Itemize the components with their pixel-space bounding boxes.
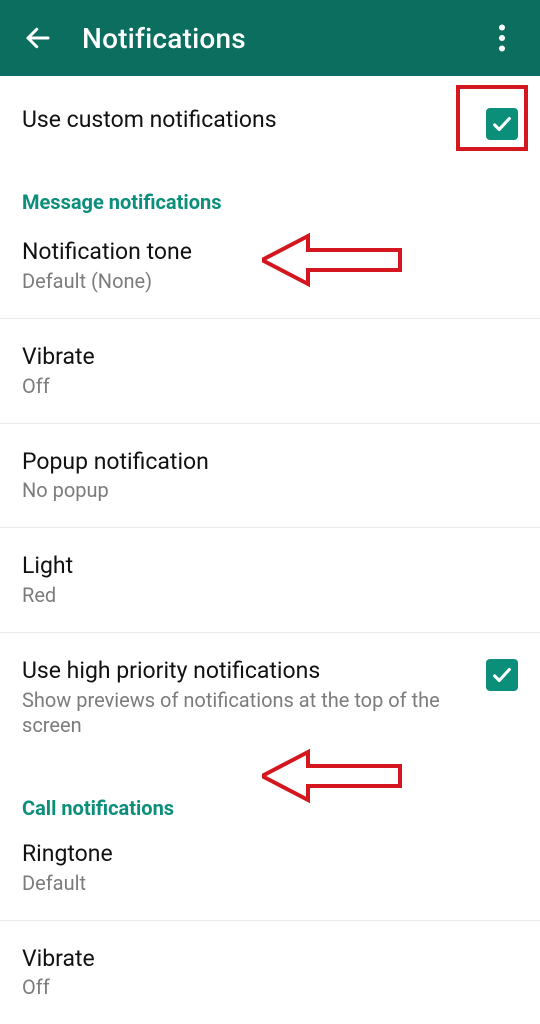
use-custom-notifications-label: Use custom notifications — [22, 106, 470, 135]
app-bar: Notifications — [0, 0, 540, 76]
back-arrow-icon — [23, 23, 53, 53]
page-title: Notifications — [62, 22, 478, 55]
message-notifications-header: Message notifications — [0, 164, 540, 224]
light-label: Light — [22, 552, 518, 581]
ringtone-value: Default — [22, 871, 518, 896]
checkmark-icon — [491, 113, 513, 135]
checkmark-icon — [491, 664, 513, 686]
ringtone-row[interactable]: Ringtone Default — [0, 830, 540, 920]
call-vibrate-label: Vibrate — [22, 945, 518, 974]
high-priority-row[interactable]: Use high priority notifications Show pre… — [0, 633, 540, 762]
use-custom-notifications-checkbox[interactable] — [486, 108, 518, 140]
vibrate-row[interactable]: Vibrate Off — [0, 319, 540, 423]
high-priority-checkbox[interactable] — [486, 659, 518, 691]
notification-tone-value: Default (None) — [22, 269, 518, 294]
notification-tone-row[interactable]: Notification tone Default (None) — [0, 224, 540, 318]
use-custom-notifications-row[interactable]: Use custom notifications — [0, 76, 540, 164]
light-row[interactable]: Light Red — [0, 528, 540, 632]
high-priority-desc: Show previews of notifications at the to… — [22, 688, 470, 738]
popup-notification-value: No popup — [22, 478, 518, 503]
call-vibrate-row[interactable]: Vibrate Off — [0, 921, 540, 1024]
notification-tone-label: Notification tone — [22, 238, 518, 267]
call-notifications-header: Call notifications — [0, 762, 540, 830]
back-button[interactable] — [14, 14, 62, 62]
vibrate-label: Vibrate — [22, 343, 518, 372]
popup-notification-row[interactable]: Popup notification No popup — [0, 424, 540, 528]
popup-notification-label: Popup notification — [22, 448, 518, 477]
light-value: Red — [22, 583, 518, 608]
overflow-menu-button[interactable] — [478, 14, 526, 62]
vibrate-value: Off — [22, 374, 518, 399]
settings-content: Use custom notifications Message notific… — [0, 76, 540, 1024]
high-priority-label: Use high priority notifications — [22, 657, 470, 686]
dots-vertical-icon — [498, 24, 506, 52]
call-vibrate-value: Off — [22, 975, 518, 1000]
ringtone-label: Ringtone — [22, 840, 518, 869]
